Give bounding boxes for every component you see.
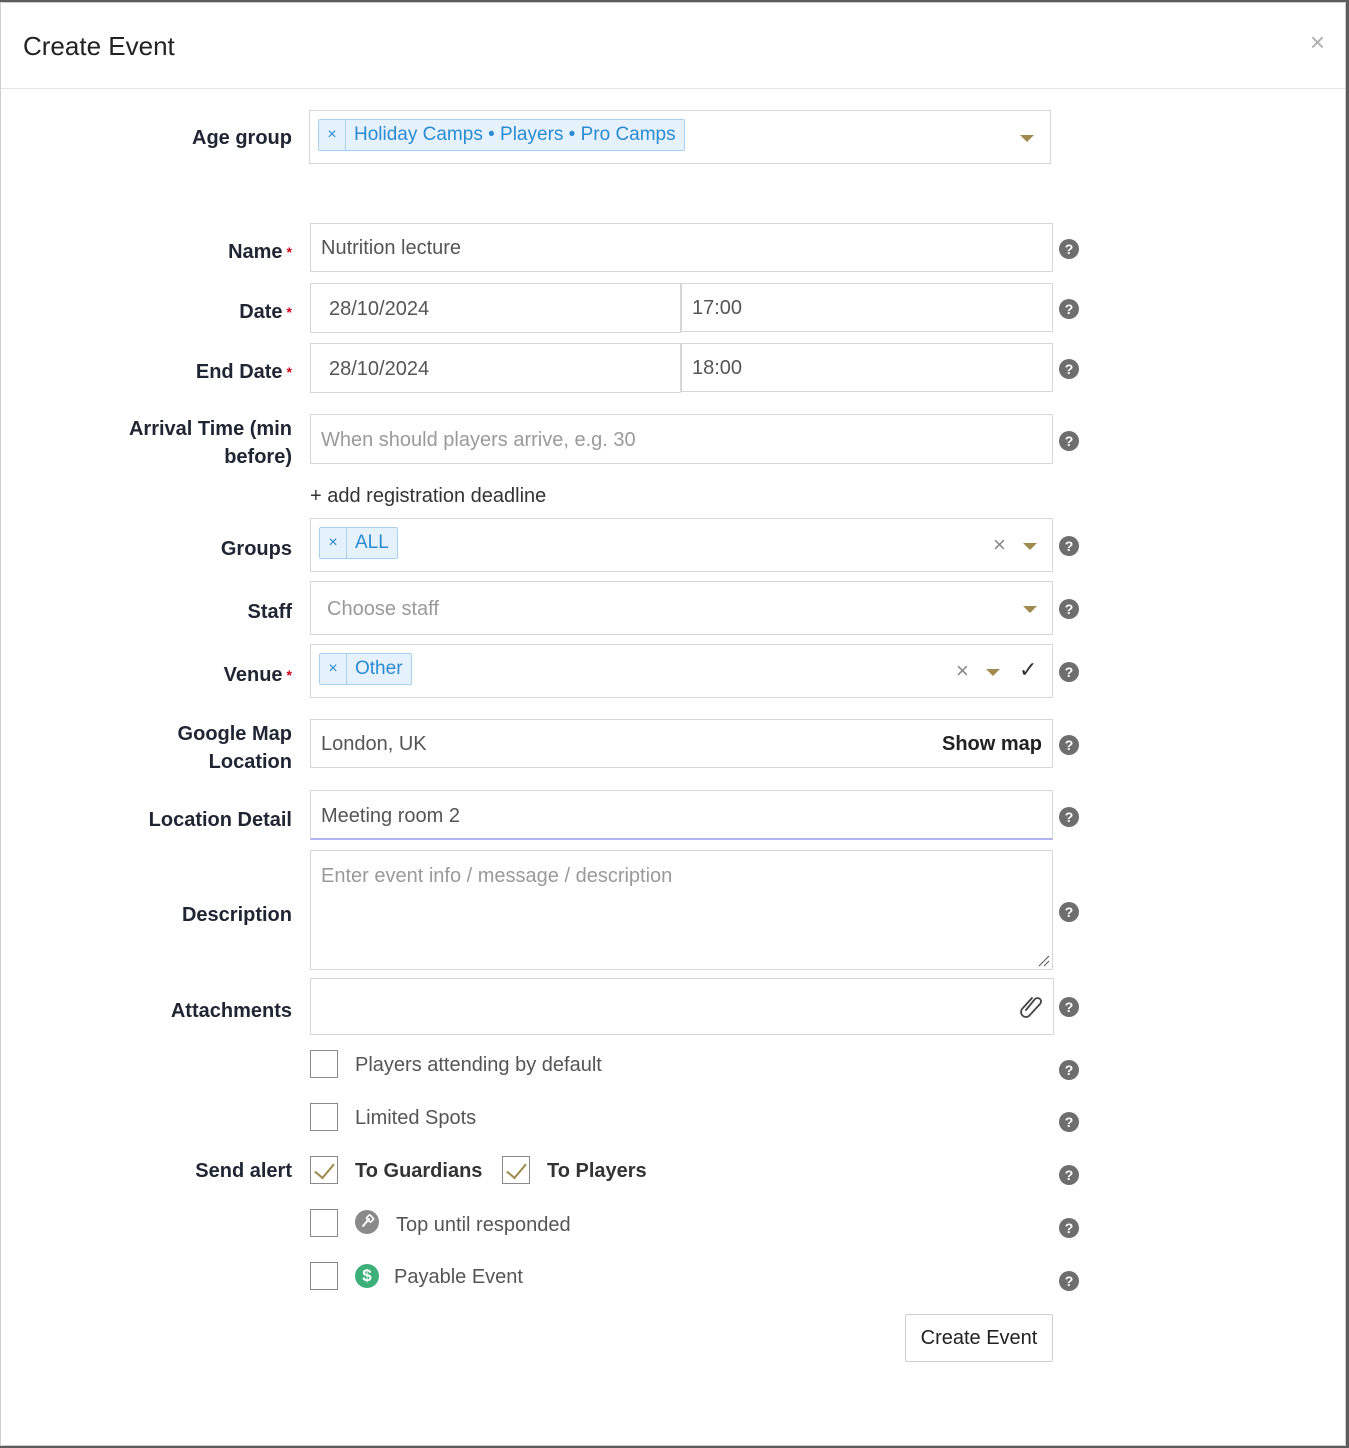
description-textarea[interactable]: Enter event info / message / description [310,850,1053,970]
location-detail-value: Meeting room 2 [321,805,460,827]
age-group-tag: × Holiday Camps • Players • Pro Camps [318,119,685,151]
tag-remove-icon[interactable]: × [319,120,346,150]
age-group-select[interactable]: × Holiday Camps • Players • Pro Camps [309,110,1051,164]
help-icon[interactable]: ? [1059,1271,1079,1291]
help-icon[interactable]: ? [1059,735,1079,755]
description-label: Description [181,904,292,926]
to-guardians-label: To Guardians [355,1160,483,1182]
checkmark-icon[interactable]: ✓ [1019,659,1037,681]
payable-event-label: Payable Event [394,1266,523,1288]
help-icon[interactable]: ? [1059,902,1079,922]
to-players-checkbox[interactable] [502,1156,530,1184]
help-icon[interactable]: ? [1059,1218,1079,1238]
map-location-value: London, UK [321,733,427,755]
name-value: Nutrition lecture [321,237,462,259]
add-registration-deadline-link[interactable]: + add registration deadline [310,485,546,508]
attending-default-checkbox[interactable] [310,1050,338,1078]
date-input[interactable]: 28/10/2024 [310,283,681,333]
date-value: 28/10/2024 [329,298,430,320]
description-placeholder: Enter event info / message / description [321,865,673,887]
arrival-placeholder: When should players arrive, e.g. 30 [321,429,636,451]
end-time-value: 18:00 [692,357,743,379]
help-icon[interactable]: ? [1059,1060,1079,1080]
show-map-button[interactable]: Show map [942,720,1042,769]
help-icon[interactable]: ? [1059,1165,1079,1185]
tag-remove-icon[interactable]: × [320,528,347,558]
location-detail-label: Location Detail [148,809,292,831]
top-until-label: Top until responded [396,1214,571,1236]
arrival-input[interactable]: When should players arrive, e.g. 30 [310,414,1053,464]
venue-tag: × Other [319,653,412,685]
help-icon[interactable]: ? [1059,997,1079,1017]
arrival-label: Arrival Time (min before) [128,418,292,468]
venue-select[interactable]: × Other × ✓ [310,644,1053,698]
tag-label: Holiday Camps • Players • Pro Camps [354,124,676,145]
staff-select[interactable]: Choose staff [310,581,1053,635]
end-time-input[interactable]: 18:00 [681,343,1053,392]
attachments-dropzone[interactable] [310,978,1054,1035]
tag-label: ALL [355,532,389,553]
send-alert-label: Send alert [195,1160,292,1182]
help-icon[interactable]: ? [1059,431,1079,451]
time-value: 17:00 [692,297,743,319]
to-guardians-checkbox[interactable] [310,1156,338,1184]
chevron-down-icon[interactable] [1023,606,1037,613]
clear-icon[interactable]: × [993,534,1006,556]
google-map-input[interactable]: London, UK Show map [310,719,1053,768]
top-until-checkbox[interactable] [310,1209,338,1237]
payable-event-checkbox[interactable] [310,1262,338,1290]
help-icon[interactable]: ? [1059,536,1079,556]
staff-placeholder: Choose staff [327,598,439,620]
end-date-label: End Date * [195,361,292,383]
create-event-button[interactable]: Create Event [905,1314,1053,1362]
limited-spots-checkbox[interactable] [310,1103,338,1131]
create-event-dialog: Create Event × Age group × Holiday Camps… [0,2,1346,1446]
chevron-down-icon[interactable] [1020,135,1034,142]
groups-tag: × ALL [319,527,398,559]
limited-spots-label: Limited Spots [355,1107,477,1129]
attachments-label: Attachments [170,1000,292,1022]
end-date-value: 28/10/2024 [329,358,430,380]
help-icon[interactable]: ? [1059,299,1079,319]
staff-label: Staff [247,601,292,623]
dollar-icon: $ [355,1264,379,1288]
chevron-down-icon[interactable] [986,669,1000,676]
clear-icon[interactable]: × [956,660,969,682]
attending-default-label: Players attending by default [355,1054,602,1076]
pin-icon [355,1210,379,1234]
google-map-label: Google Map Location [177,723,292,773]
chevron-down-icon[interactable] [1023,543,1037,550]
help-icon[interactable]: ? [1059,599,1079,619]
help-icon[interactable]: ? [1059,1112,1079,1132]
location-detail-input[interactable]: Meeting room 2 [310,790,1053,840]
name-input[interactable]: Nutrition lecture [310,223,1053,272]
time-input[interactable]: 17:00 [681,283,1053,332]
end-date-input[interactable]: 28/10/2024 [310,343,681,393]
name-label: Name * [228,241,292,263]
venue-label: Venue * [223,664,292,686]
to-players-label: To Players [547,1160,647,1182]
help-icon[interactable]: ? [1059,359,1079,379]
age-group-label: Age group [192,127,292,149]
tag-label: Other [355,658,403,679]
groups-label: Groups [220,538,292,560]
help-icon[interactable]: ? [1059,662,1079,682]
close-icon[interactable]: × [1310,29,1325,55]
date-label: Date * [239,301,292,323]
groups-select[interactable]: × ALL × [310,518,1053,572]
dialog-header: Create Event × [1,3,1345,89]
help-icon[interactable]: ? [1059,807,1079,827]
paperclip-icon[interactable] [1019,993,1043,1019]
dialog-title: Create Event [23,31,175,61]
resize-handle-icon[interactable] [1038,955,1050,967]
help-icon[interactable]: ? [1059,239,1079,259]
tag-remove-icon[interactable]: × [320,654,347,684]
